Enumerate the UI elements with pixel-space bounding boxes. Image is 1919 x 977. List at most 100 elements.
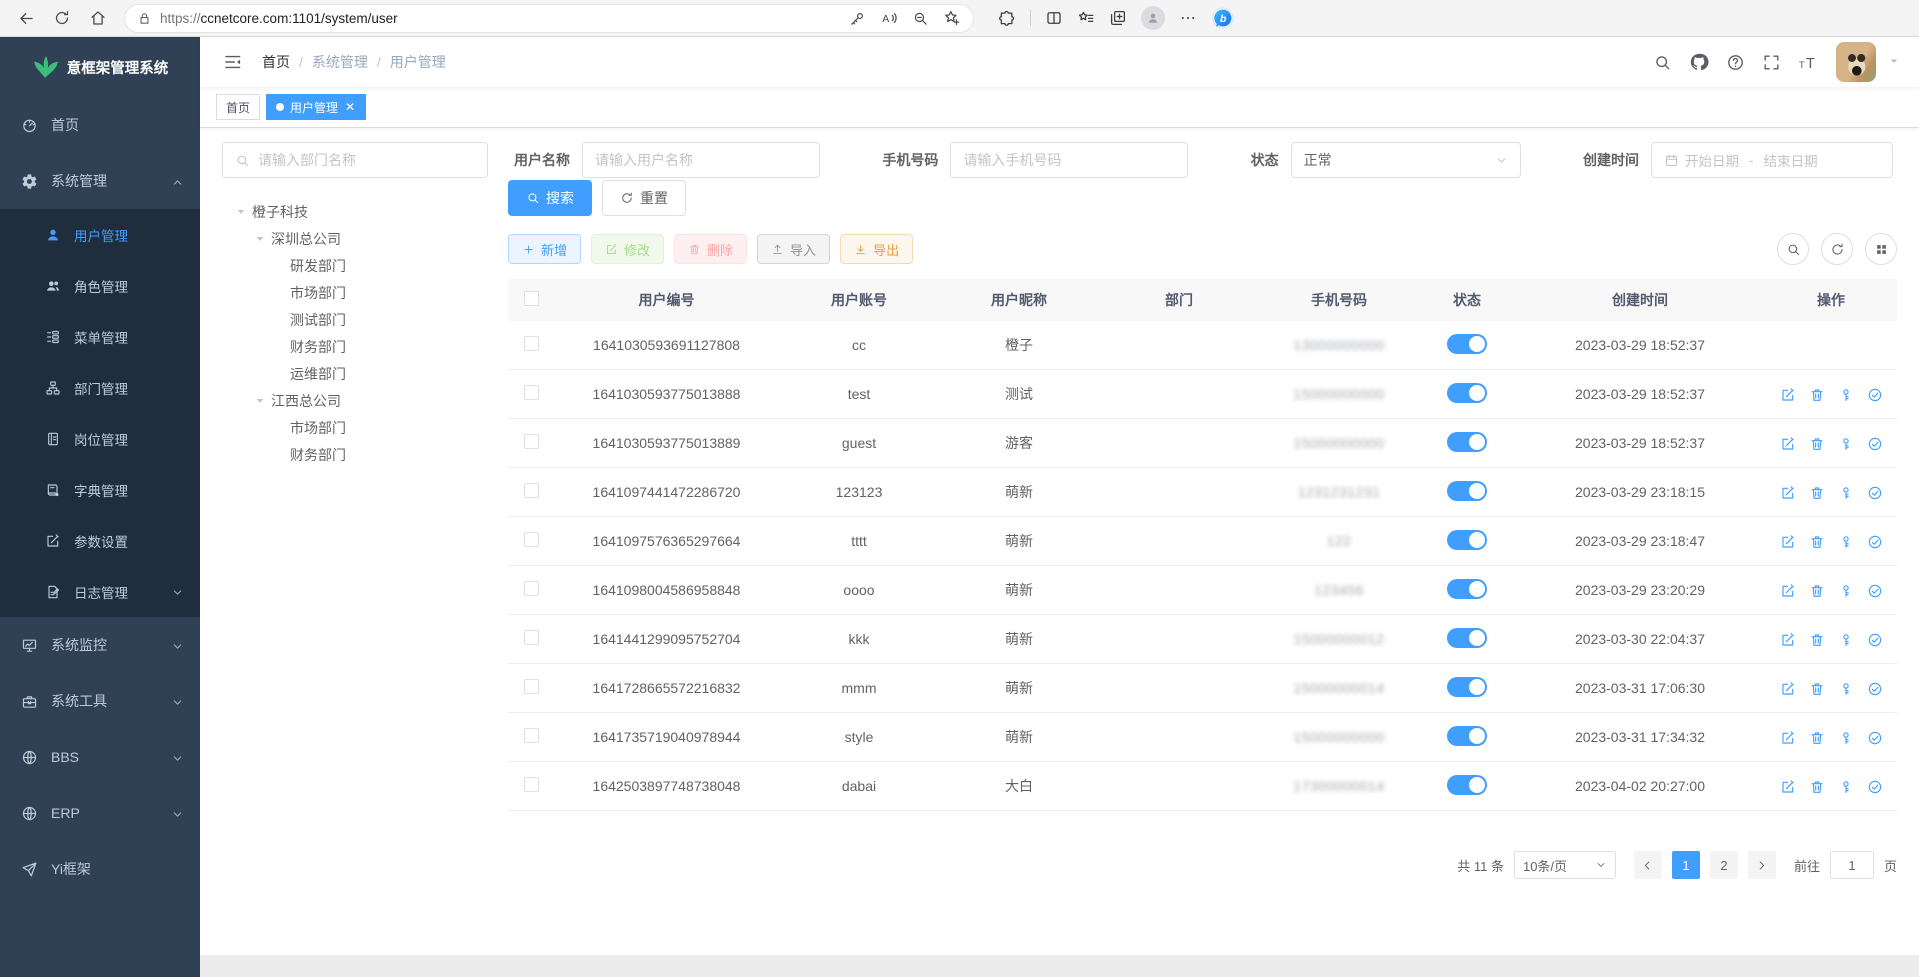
column-settings-button[interactable] — [1865, 233, 1897, 265]
sidebar-item-菜单管理[interactable]: 菜单管理 — [0, 311, 200, 362]
sidebar-item-字典管理[interactable]: 字典管理 — [0, 464, 200, 515]
date-range-picker[interactable]: 开始日期 - 结束日期 — [1651, 142, 1893, 178]
row-reset-password-icon[interactable] — [1838, 679, 1854, 696]
row-assign-role-icon[interactable] — [1867, 728, 1883, 745]
collections-icon[interactable] — [1109, 9, 1127, 27]
sidebar-item-用户管理[interactable]: 用户管理 — [0, 209, 200, 260]
status-toggle[interactable] — [1447, 432, 1487, 452]
row-delete-icon[interactable] — [1809, 385, 1825, 402]
新增-button[interactable]: 新增 — [508, 234, 581, 264]
row-checkbox[interactable] — [524, 630, 539, 645]
more-dots-icon[interactable] — [1179, 9, 1197, 27]
tree-node-运维部门[interactable]: 运维部门 — [228, 360, 488, 387]
page-button-1[interactable]: 1 — [1672, 851, 1700, 879]
row-reset-password-icon[interactable] — [1838, 777, 1854, 794]
tree-node-市场部门[interactable]: 市场部门 — [228, 279, 488, 306]
status-toggle[interactable] — [1447, 677, 1487, 697]
key-icon[interactable] — [849, 9, 866, 27]
avatar-caret-icon[interactable] — [1887, 54, 1901, 71]
font-size-icon[interactable]: TT — [1798, 52, 1819, 73]
status-select[interactable]: 正常 — [1291, 142, 1521, 178]
row-delete-icon[interactable] — [1809, 630, 1825, 647]
row-assign-role-icon[interactable] — [1867, 630, 1883, 647]
select-all-checkbox[interactable] — [524, 291, 539, 306]
tree-node-研发部门[interactable]: 研发部门 — [228, 252, 488, 279]
phone-input[interactable] — [963, 152, 1175, 168]
read-aloud-icon[interactable]: A — [880, 9, 898, 27]
username-input[interactable] — [595, 152, 807, 168]
sidebar-item-参数设置[interactable]: 参数设置 — [0, 515, 200, 566]
导出-button[interactable]: 导出 — [840, 234, 913, 264]
tree-node-市场部门[interactable]: 市场部门 — [228, 414, 488, 441]
row-delete-icon[interactable] — [1809, 728, 1825, 745]
dept-search-input[interactable] — [222, 142, 488, 178]
tree-node-测试部门[interactable]: 测试部门 — [228, 306, 488, 333]
page-button-2[interactable]: 2 — [1710, 851, 1738, 879]
row-edit-icon[interactable] — [1780, 483, 1796, 500]
删除-button[interactable]: 删除 — [674, 234, 747, 264]
extensions-icon[interactable] — [998, 9, 1016, 27]
row-checkbox[interactable] — [524, 385, 539, 400]
row-checkbox[interactable] — [524, 728, 539, 743]
修改-button[interactable]: 修改 — [591, 234, 664, 264]
row-checkbox[interactable] — [524, 679, 539, 694]
user-avatar[interactable] — [1836, 42, 1876, 82]
app-logo[interactable]: 意框架管理系统 — [0, 37, 200, 97]
status-toggle[interactable] — [1447, 481, 1487, 501]
sidebar-item-部门管理[interactable]: 部门管理 — [0, 362, 200, 413]
sidebar-item-首页[interactable]: 首页 — [0, 97, 200, 153]
row-edit-icon[interactable] — [1780, 581, 1796, 598]
status-toggle[interactable] — [1447, 579, 1487, 599]
tab-close-icon[interactable]: ✕ — [344, 100, 356, 114]
row-reset-password-icon[interactable] — [1838, 728, 1854, 745]
row-assign-role-icon[interactable] — [1867, 679, 1883, 696]
sidebar-item-日志管理[interactable]: 日志管理 — [0, 566, 200, 617]
page-size-select[interactable]: 10条/页 — [1514, 851, 1616, 879]
sidebar-item-系统管理[interactable]: 系统管理 — [0, 153, 200, 209]
tree-node-财务部门[interactable]: 财务部门 — [228, 441, 488, 468]
tree-node-江西总公司[interactable]: 江西总公司 — [228, 387, 488, 414]
row-edit-icon[interactable] — [1780, 385, 1796, 402]
sidebar-toggle-icon[interactable] — [216, 45, 250, 79]
header-search-icon[interactable] — [1653, 53, 1672, 72]
row-edit-icon[interactable] — [1780, 777, 1796, 794]
reset-button[interactable]: 重置 — [602, 180, 686, 216]
back-icon[interactable] — [10, 3, 42, 33]
row-checkbox[interactable] — [524, 581, 539, 596]
row-assign-role-icon[interactable] — [1867, 385, 1883, 402]
row-assign-role-icon[interactable] — [1867, 777, 1883, 794]
row-reset-password-icon[interactable] — [1838, 434, 1854, 451]
status-toggle[interactable] — [1447, 383, 1487, 403]
导入-button[interactable]: 导入 — [757, 234, 830, 264]
tree-node-橙子科技[interactable]: 橙子科技 — [228, 198, 488, 225]
star-add-icon[interactable] — [943, 9, 961, 27]
status-toggle[interactable] — [1447, 726, 1487, 746]
row-delete-icon[interactable] — [1809, 434, 1825, 451]
breadcrumb-system[interactable]: 系统管理 — [312, 52, 368, 72]
prev-page-button[interactable] — [1634, 851, 1662, 879]
status-toggle[interactable] — [1447, 334, 1487, 354]
status-toggle[interactable] — [1447, 628, 1487, 648]
split-screen-icon[interactable] — [1045, 9, 1063, 27]
row-checkbox[interactable] — [524, 532, 539, 547]
breadcrumb-home[interactable]: 首页 — [262, 52, 290, 72]
status-toggle[interactable] — [1447, 775, 1487, 795]
tree-node-财务部门[interactable]: 财务部门 — [228, 333, 488, 360]
sidebar-item-BBS[interactable]: BBS — [0, 729, 200, 785]
url-text[interactable]: https://ccnetcore.com:1101/system/user — [160, 11, 841, 26]
fullscreen-icon[interactable] — [1762, 53, 1781, 72]
sidebar-item-Yi框架[interactable]: Yi框架 — [0, 841, 200, 897]
row-assign-role-icon[interactable] — [1867, 483, 1883, 500]
row-reset-password-icon[interactable] — [1838, 532, 1854, 549]
favorites-icon[interactable] — [1077, 9, 1095, 27]
row-assign-role-icon[interactable] — [1867, 434, 1883, 451]
row-edit-icon[interactable] — [1780, 434, 1796, 451]
row-reset-password-icon[interactable] — [1838, 385, 1854, 402]
dept-search-field[interactable] — [258, 152, 475, 168]
row-edit-icon[interactable] — [1780, 728, 1796, 745]
next-page-button[interactable] — [1748, 851, 1776, 879]
row-checkbox[interactable] — [524, 434, 539, 449]
goto-page-input[interactable] — [1830, 851, 1874, 879]
row-assign-role-icon[interactable] — [1867, 532, 1883, 549]
tree-node-深圳总公司[interactable]: 深圳总公司 — [228, 225, 488, 252]
